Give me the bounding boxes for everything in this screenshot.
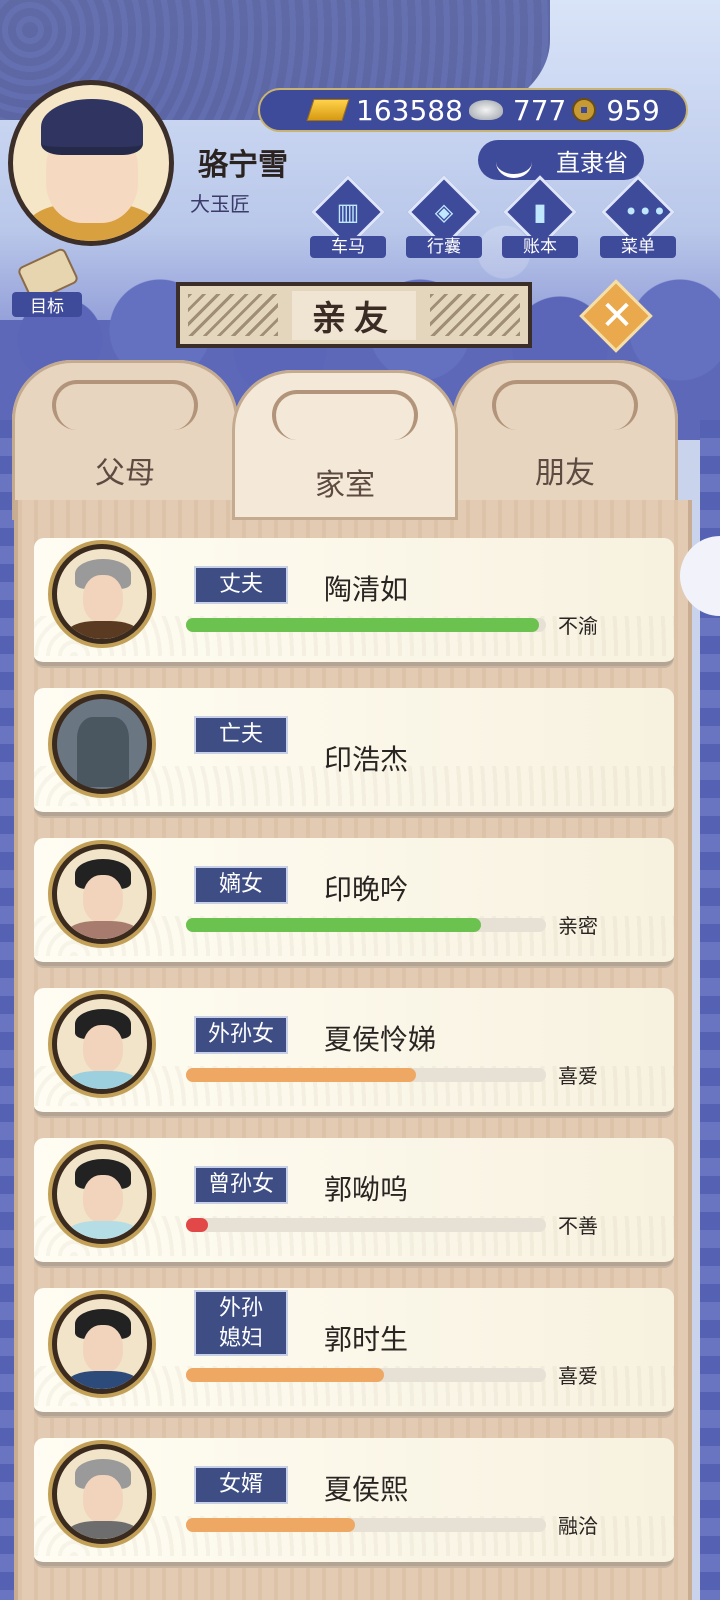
relation-status: 亲密 — [558, 914, 598, 938]
tab-friends-label: 朋友 — [535, 456, 595, 491]
tab-parents[interactable]: 父母 — [12, 360, 238, 520]
bag-icon: ◈ — [434, 198, 454, 226]
location-icon — [496, 146, 532, 178]
relative-card[interactable]: 外孙女 夏侯怜娣 喜爱 — [34, 988, 674, 1116]
relative-card[interactable]: 亡夫 印浩杰 — [34, 688, 674, 816]
relative-name: 夏侯怜娣 — [324, 1023, 437, 1056]
relation-status: 喜爱 — [558, 1064, 598, 1088]
player-avatar[interactable] — [8, 80, 174, 246]
coin-amount: 959 — [606, 93, 660, 127]
page-title: 亲友 — [292, 290, 416, 340]
location-button[interactable]: 直隶省 — [478, 140, 644, 180]
relative-card[interactable]: 女婿 夏侯熙 融洽 — [34, 1438, 674, 1566]
affection-fill — [186, 1218, 208, 1232]
relative-name: 印晚吟 — [324, 873, 409, 906]
affection-bar — [186, 1368, 546, 1382]
relative-name: 郭呦呜 — [324, 1173, 409, 1206]
carriage-label: 车马 — [310, 236, 386, 258]
copper-coin-icon — [572, 98, 597, 122]
affection-fill — [186, 918, 482, 932]
relative-portrait — [52, 544, 152, 644]
affection-fill — [186, 618, 539, 632]
tab-parents-label: 父母 — [95, 456, 155, 491]
cloud-ornament — [272, 390, 418, 440]
cloud-ornament — [52, 380, 198, 430]
relative-portrait — [52, 1444, 152, 1544]
relative-portrait — [52, 994, 152, 1094]
relative-role: 女婿 — [194, 1466, 288, 1504]
relative-name: 陶清如 — [324, 573, 409, 606]
goal-label: 目标 — [12, 292, 82, 317]
silver-ingot-icon — [468, 100, 503, 120]
bag-button[interactable]: ◈ 行囊 — [406, 175, 482, 262]
affection-bar — [186, 918, 546, 932]
currency-bar: 163588 777 959 — [258, 88, 688, 132]
affection-bar — [186, 618, 546, 632]
goal-button[interactable]: 目标 — [12, 246, 82, 317]
carriage-button[interactable]: ▥ 车马 — [310, 175, 386, 262]
tab-household-label: 家室 — [315, 468, 375, 503]
affection-bar — [186, 1218, 546, 1232]
relative-portrait — [52, 1294, 152, 1394]
relation-status: 喜爱 — [558, 1364, 598, 1388]
gold-amount: 163588 — [356, 93, 463, 127]
relative-role: 嫡女 — [194, 866, 288, 904]
relative-card[interactable]: 嫡女 印晚吟 亲密 — [34, 838, 674, 966]
bag-label: 行囊 — [406, 236, 482, 258]
relative-name: 夏侯熙 — [324, 1473, 409, 1506]
relative-role: 外孙媳妇 — [194, 1290, 288, 1356]
relation-status: 不渝 — [558, 614, 598, 638]
relative-card[interactable]: 外孙媳妇 郭时生 喜爱 — [34, 1288, 674, 1416]
relative-role: 曾孙女 — [194, 1166, 288, 1204]
relative-portrait — [52, 1144, 152, 1244]
affection-bar — [186, 1518, 546, 1532]
relative-card[interactable]: 曾孙女 郭呦呜 不善 — [34, 1138, 674, 1266]
affection-bar — [186, 1068, 546, 1082]
relative-portrait — [52, 844, 152, 944]
avatar-hat — [41, 99, 143, 155]
relative-portrait — [52, 694, 152, 794]
relative-name: 印浩杰 — [324, 743, 409, 776]
relative-card[interactable]: 丈夫 陶清如 不渝 — [34, 538, 674, 666]
silver-amount: 777 — [512, 93, 567, 127]
menu-label: 菜单 — [600, 236, 676, 258]
menu-button[interactable]: ••• 菜单 — [600, 175, 676, 262]
more-icon: ••• — [624, 198, 667, 226]
tab-friends[interactable]: 朋友 — [452, 360, 678, 520]
relation-status: 不善 — [558, 1214, 598, 1238]
ledger-button[interactable]: ▮ 账本 — [502, 175, 578, 262]
affection-fill — [186, 1068, 417, 1082]
relative-role: 丈夫 — [194, 566, 288, 604]
relative-role: 亡夫 — [194, 716, 288, 754]
cloud-ornament — [492, 380, 638, 430]
relation-status: 融洽 — [558, 1514, 598, 1538]
location-label: 直隶省 — [556, 148, 628, 177]
gold-ingot-icon — [306, 99, 350, 121]
affection-fill — [186, 1518, 356, 1532]
relative-role: 外孙女 — [194, 1016, 288, 1054]
player-title: 大玉匠 — [190, 192, 250, 216]
close-icon[interactable]: ✕ — [596, 292, 638, 340]
tab-household[interactable]: 家室 — [232, 370, 458, 520]
carriage-icon: ▥ — [336, 198, 360, 226]
player-name: 骆宁雪 — [198, 148, 288, 183]
page-title-plate: 亲友 — [176, 282, 532, 348]
ledger-label: 账本 — [502, 236, 578, 258]
affection-fill — [186, 1368, 384, 1382]
ledger-icon: ▮ — [533, 198, 547, 226]
relative-name: 郭时生 — [324, 1323, 409, 1356]
